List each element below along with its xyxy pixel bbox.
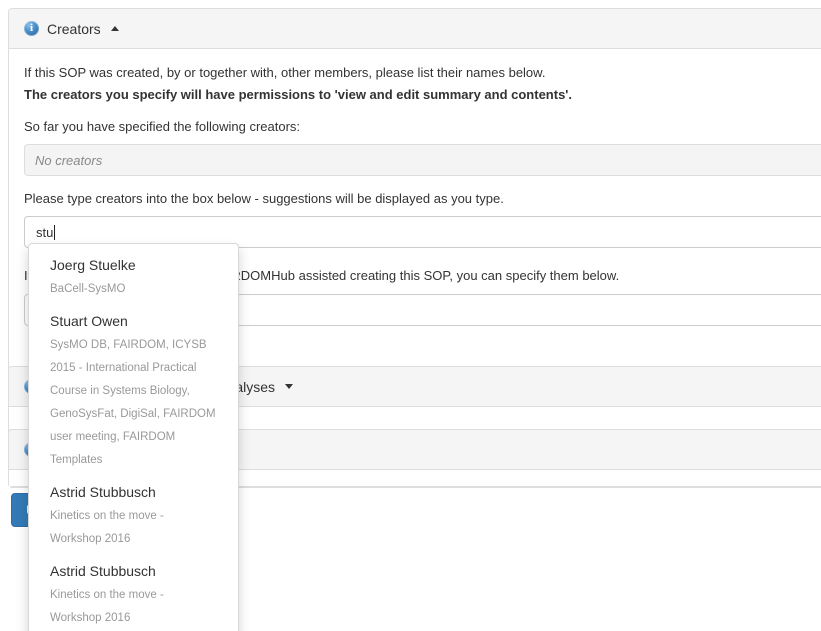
current-creators-field: No creators xyxy=(24,144,821,176)
suggestion-name: Stuart Owen xyxy=(50,311,218,331)
creators-type-hint: Please type creators into the box below … xyxy=(24,190,821,208)
suggestion-projects: BaCell-SysMO xyxy=(50,278,218,301)
creators-specified-label: So far you have specified the following … xyxy=(24,118,821,136)
list-item[interactable]: Astrid Stubbusch Kinetics on the move - … xyxy=(29,479,238,558)
suggestion-projects: SysMO DB, FAIRDOM, ICYSB 2015 - Internat… xyxy=(50,334,218,472)
creators-instruction-line-1: If this SOP was created, by or together … xyxy=(24,64,821,82)
info-icon xyxy=(24,21,39,36)
list-item[interactable]: Joerg Stuelke BaCell-SysMO xyxy=(29,252,238,308)
creators-panel-title: Creators xyxy=(47,22,101,36)
current-creators-value: No creators xyxy=(35,153,102,168)
suggestion-projects: Kinetics on the move - Workshop 2016 xyxy=(50,584,218,630)
list-item[interactable]: Astrid Stubbusch Kinetics on the move - … xyxy=(29,558,238,631)
suggestion-name: Astrid Stubbusch xyxy=(50,482,218,502)
caret-down-icon[interactable] xyxy=(285,384,293,389)
suggestion-name: Joerg Stuelke xyxy=(50,255,218,275)
creators-permissions-note: The creators you specify will have permi… xyxy=(24,86,821,104)
page-root: Creators If this SOP was created, by or … xyxy=(0,0,821,631)
suggestion-name: Astrid Stubbusch xyxy=(50,561,218,581)
text-cursor xyxy=(54,225,55,240)
creators-panel-header[interactable]: Creators xyxy=(9,9,821,49)
list-item[interactable]: Stuart Owen SysMO DB, FAIRDOM, ICYSB 201… xyxy=(29,308,238,479)
suggestion-projects: Kinetics on the move - Workshop 2016 xyxy=(50,505,218,551)
caret-up-icon[interactable] xyxy=(111,26,119,31)
creator-suggestions-dropdown: Joerg Stuelke BaCell-SysMO Stuart Owen S… xyxy=(28,243,239,631)
creator-search-value: stu xyxy=(36,225,53,240)
